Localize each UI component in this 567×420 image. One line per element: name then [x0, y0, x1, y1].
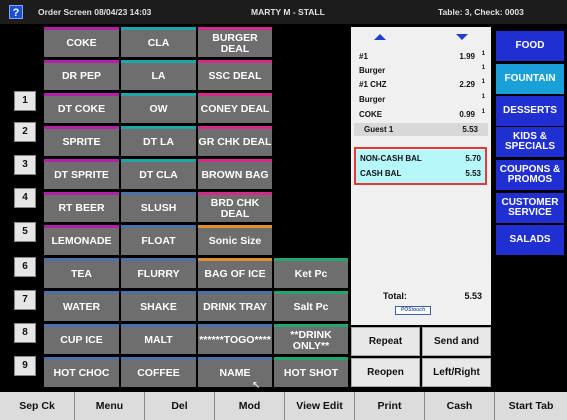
item-button[interactable]: FLOAT [121, 225, 196, 255]
item-button[interactable]: COFFEE [121, 357, 196, 387]
order-line[interactable]: Burger 1 [359, 65, 487, 75]
print-button[interactable]: Print [355, 392, 425, 420]
item-button[interactable]: **DRINK ONLY** [274, 324, 348, 354]
order-line-price: 0.99 [459, 110, 475, 119]
category-kids-specials[interactable]: KIDS & SPECIALS [496, 127, 564, 157]
item-button[interactable]: HOT CHOC [44, 357, 119, 387]
item-button[interactable]: SLUSH [121, 192, 196, 222]
order-line-name: #1 CHZ [359, 80, 387, 89]
number-key-8[interactable]: 8 [14, 323, 36, 343]
order-line-price: 2.29 [459, 80, 475, 89]
total-label: Total: [383, 291, 407, 301]
item-button[interactable]: CONEY DEAL [198, 93, 272, 123]
number-key-6[interactable]: 6 [14, 257, 36, 277]
item-button[interactable]: DT COKE [44, 93, 119, 123]
item-button[interactable]: BURGER DEAL [198, 27, 272, 57]
item-button[interactable]: CUP ICE [44, 324, 119, 354]
start-tab-button[interactable]: Start Tab [495, 392, 567, 420]
order-line-qty: 1 [481, 109, 485, 115]
item-button[interactable]: NAME [198, 357, 272, 387]
category-desserts[interactable]: DESSERTS [496, 96, 564, 126]
reopen-button[interactable]: Reopen [351, 358, 420, 387]
number-key-3[interactable]: 3 [14, 155, 36, 175]
item-button[interactable]: SHAKE [121, 291, 196, 321]
postouch-logo: POStouch [395, 306, 431, 315]
item-button[interactable]: OW [121, 93, 196, 123]
item-button[interactable]: GR CHK DEAL [198, 126, 272, 156]
menu-button[interactable]: Menu [75, 392, 145, 420]
order-line-name: Burger [359, 66, 386, 75]
help-button[interactable]: ? [9, 5, 23, 19]
category-coupons-promos[interactable]: COUPONS & PROMOS [496, 160, 564, 190]
view-edit-button[interactable]: View Edit [285, 392, 355, 420]
item-button[interactable]: DT SPRITE [44, 159, 119, 189]
order-line[interactable]: Burger 1 [359, 94, 487, 104]
category-fountain[interactable]: FOUNTAIN [496, 64, 564, 94]
number-key-7[interactable]: 7 [14, 290, 36, 310]
guest-row[interactable]: Guest 1 5.53 [354, 123, 488, 136]
item-button[interactable]: RT BEER [44, 192, 119, 222]
order-line-name: COKE [359, 110, 383, 119]
order-line-price: 1.99 [459, 52, 475, 61]
title-bar: ? Order Screen 08/04/23 14:03 MARTY M - … [0, 0, 567, 24]
balance-highlight-box [354, 147, 487, 185]
total-value: 5.53 [464, 291, 482, 301]
scroll-down-icon[interactable] [456, 34, 468, 40]
bottom-toolbar: Sep Ck Menu Del Mod View Edit Print Cash… [0, 392, 567, 420]
item-button[interactable]: HOT SHOT [274, 357, 348, 387]
item-button[interactable]: SSC DEAL [198, 60, 272, 90]
sep-ck-button[interactable]: Sep Ck [0, 392, 75, 420]
category-customer-service[interactable]: CUSTOMER SERVICE [496, 193, 564, 223]
item-button[interactable]: CLA [121, 27, 196, 57]
category-food[interactable]: FOOD [496, 31, 564, 61]
mod-button[interactable]: Mod [215, 392, 285, 420]
item-button[interactable]: LA [121, 60, 196, 90]
order-line[interactable]: COKE 0.99 1 [359, 109, 487, 119]
item-button[interactable]: FLURRY [121, 258, 196, 288]
item-button[interactable]: Salt Pc [274, 291, 348, 321]
order-line-qty: 1 [481, 79, 485, 85]
order-line-qty: 1 [481, 51, 485, 57]
screen-title: Order Screen 08/04/23 14:03 [38, 7, 152, 17]
user-name: MARTY M - STALL [251, 7, 325, 17]
guest-total: 5.53 [462, 125, 478, 134]
item-button[interactable]: ******TOGO**** [198, 324, 272, 354]
number-key-1[interactable]: 1 [14, 91, 36, 111]
item-button[interactable]: BRD CHK DEAL [198, 192, 272, 222]
order-line-qty: 1 [481, 65, 485, 71]
order-line-qty: 1 [481, 94, 485, 100]
item-button[interactable]: DT CLA [121, 159, 196, 189]
number-key-5[interactable]: 5 [14, 222, 36, 242]
guest-label: Guest 1 [364, 125, 394, 134]
number-key-9[interactable]: 9 [14, 356, 36, 376]
order-line-name: Burger [359, 95, 386, 104]
item-button[interactable]: COKE [44, 27, 119, 57]
order-line[interactable]: #1 1.99 1 [359, 51, 487, 61]
item-button[interactable]: TEA [44, 258, 119, 288]
repeat-button[interactable]: Repeat [351, 327, 420, 356]
del-button[interactable]: Del [145, 392, 215, 420]
item-button[interactable]: Ket Pc [274, 258, 348, 288]
item-button[interactable]: SPRITE [44, 126, 119, 156]
cash-button[interactable]: Cash [425, 392, 495, 420]
item-button[interactable]: Sonic Size [198, 225, 272, 255]
item-button[interactable]: WATER [44, 291, 119, 321]
number-key-4[interactable]: 4 [14, 188, 36, 208]
item-button[interactable]: BROWN BAG [198, 159, 272, 189]
item-button[interactable]: MALT [121, 324, 196, 354]
item-button[interactable]: DRINK TRAY [198, 291, 272, 321]
send-and-button[interactable]: Send and [422, 327, 491, 356]
item-button[interactable]: LEMONADE [44, 225, 119, 255]
table-check: Table: 3, Check: 0003 [438, 7, 524, 17]
left-right-button[interactable]: Left/Right [422, 358, 491, 387]
order-line[interactable]: #1 CHZ 2.29 1 [359, 79, 487, 89]
number-key-2[interactable]: 2 [14, 122, 36, 142]
category-salads[interactable]: SALADS [496, 225, 564, 255]
item-button[interactable]: DT LA [121, 126, 196, 156]
item-button[interactable]: DR PEP [44, 60, 119, 90]
item-button[interactable]: BAG OF ICE [198, 258, 272, 288]
mouse-cursor-icon: ↖ [252, 380, 261, 391]
order-line-name: #1 [359, 52, 368, 61]
scroll-up-icon[interactable] [374, 34, 386, 40]
